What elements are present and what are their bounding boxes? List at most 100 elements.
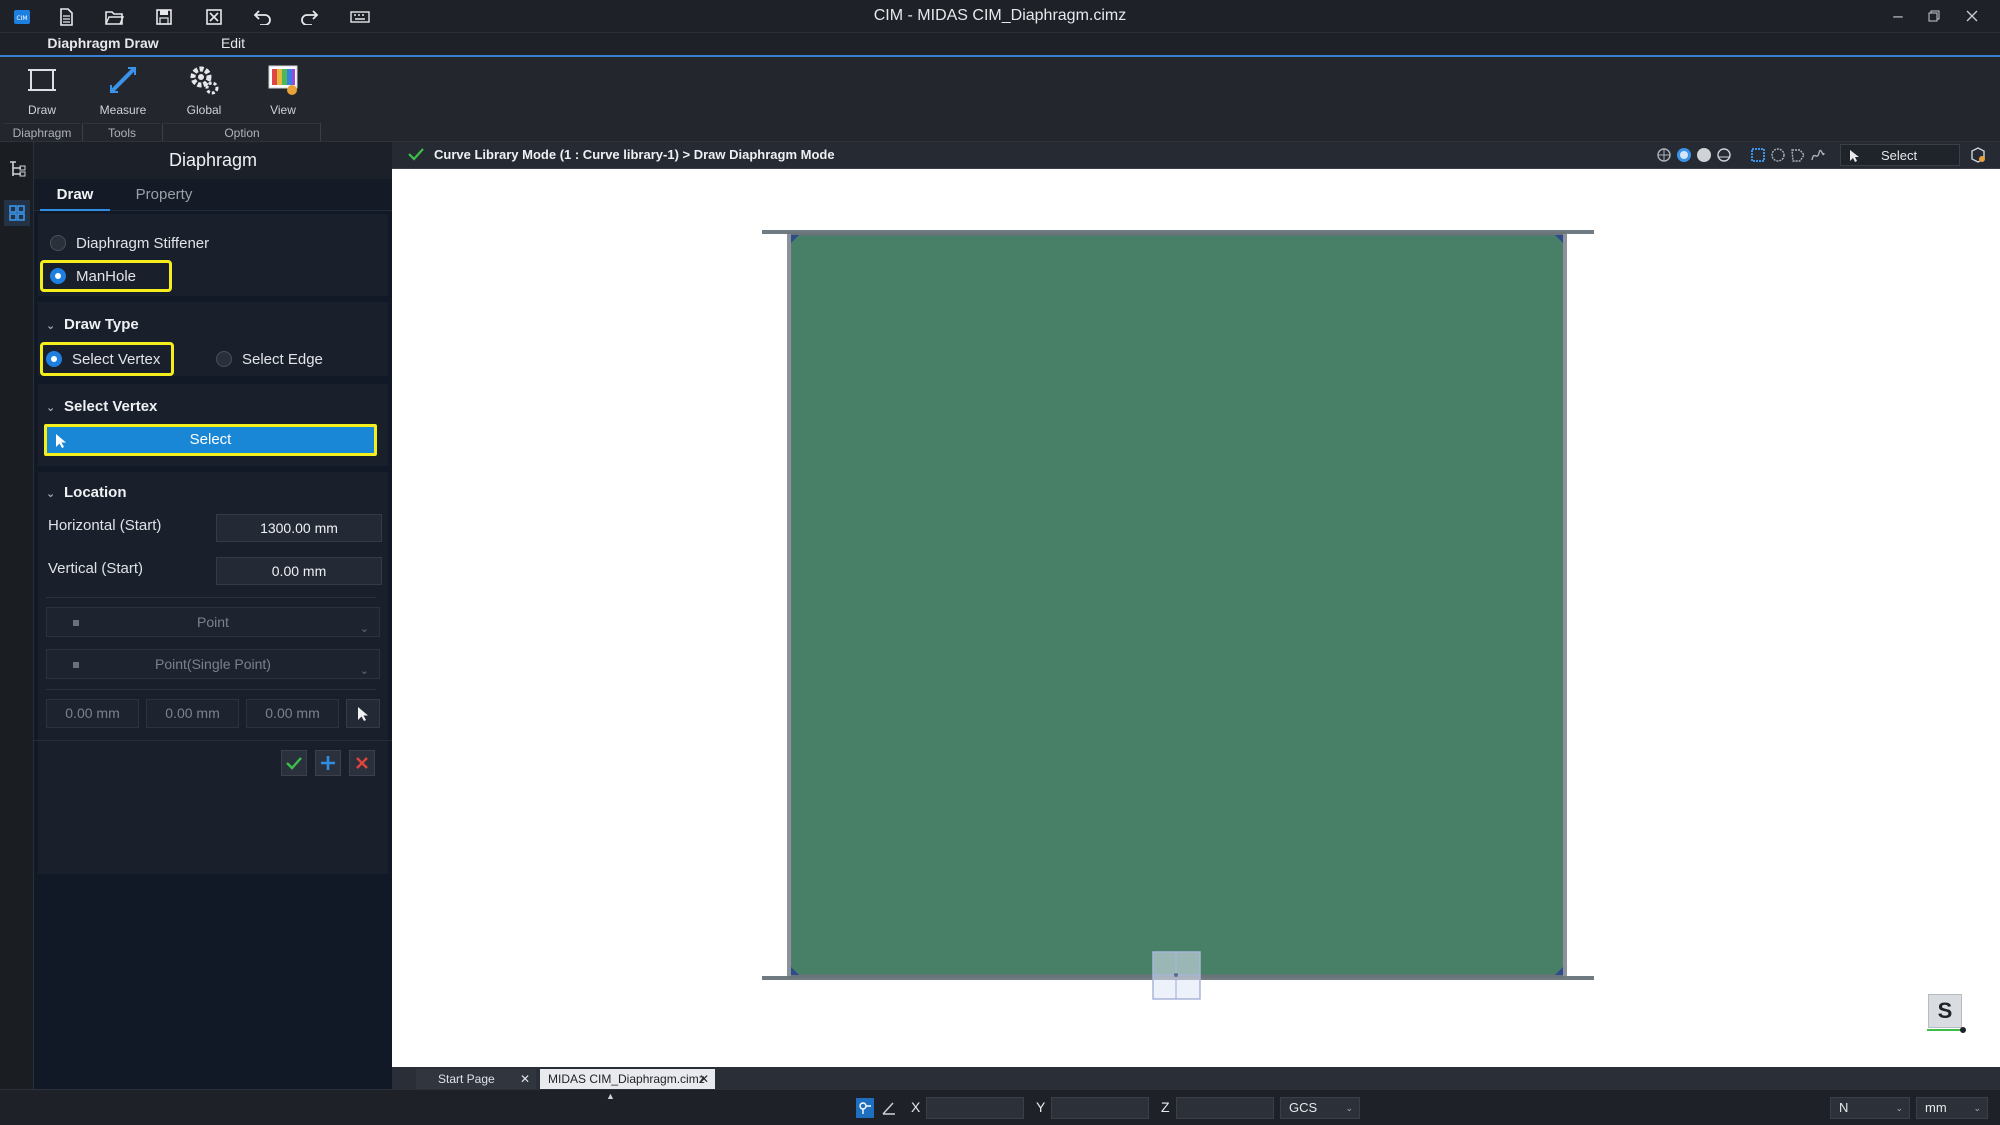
draw-button-label: Draw — [27, 103, 56, 117]
tab-property[interactable]: Property — [118, 179, 210, 211]
point-type-dropdown[interactable]: Point ⌄ — [46, 607, 380, 637]
ribbon-separator — [82, 123, 83, 141]
freehand-select-icon[interactable] — [1808, 145, 1828, 165]
new-file-icon[interactable] — [52, 4, 80, 30]
view-cube-settings-icon[interactable] — [1968, 145, 1988, 165]
coord-y-input[interactable]: 0.00 mm — [146, 699, 239, 728]
chevron-down-icon: ⌄ — [1895, 1103, 1903, 1113]
chevron-down-icon: ⌄ — [1973, 1103, 1981, 1113]
global-button[interactable]: Global — [171, 63, 237, 121]
angle-snap-icon[interactable] — [880, 1098, 898, 1118]
coord-system-dropdown[interactable]: GCS ⌄ — [1280, 1097, 1360, 1119]
box-select-icon[interactable] — [1748, 145, 1768, 165]
app-logo-icon[interactable]: CIM — [8, 4, 36, 30]
keyboard-icon[interactable] — [346, 4, 374, 30]
coord-z-input[interactable]: 0.00 mm — [246, 699, 339, 728]
tree-view-icon[interactable] — [4, 156, 30, 182]
radio-diaphragm-stiffener[interactable]: Diaphragm Stiffener — [50, 230, 209, 256]
tab-diaphragm-draw[interactable]: Diaphragm Draw — [28, 35, 178, 59]
snap-toggle-icon[interactable] — [856, 1098, 874, 1118]
diaphragm-plate[interactable] — [788, 232, 1566, 978]
apply-button[interactable] — [281, 750, 307, 776]
close-file-icon[interactable] — [200, 4, 228, 30]
radio-select-edge[interactable]: Select Edge — [216, 346, 323, 372]
draw-button[interactable]: Draw — [9, 63, 75, 121]
global-button-label: Global — [186, 103, 222, 117]
open-folder-icon[interactable] — [100, 4, 128, 30]
ribbon-separator — [320, 123, 321, 141]
hidden-line-icon[interactable] — [1714, 145, 1734, 165]
close-icon — [1966, 10, 1978, 22]
snap-status-badge[interactable]: S — [1927, 994, 1966, 1033]
cancel-button[interactable] — [349, 750, 375, 776]
location-header[interactable]: ⌄ Location — [46, 484, 127, 504]
save-icon[interactable] — [150, 4, 178, 30]
circle-select-icon[interactable] — [1768, 145, 1788, 165]
minimize-button[interactable]: – — [1880, 2, 1916, 30]
close-icon — [356, 757, 368, 769]
chevron-down-icon: ⌄ — [46, 320, 56, 332]
select-vertex-header[interactable]: ⌄ Select Vertex — [46, 398, 157, 418]
radio-dot-selected — [50, 268, 66, 284]
panel-tab-bar: Draw Property — [34, 179, 392, 211]
document-tab-bar: Start Page ✕ MIDAS CIM_Diaphragm.cimz ✕ — [392, 1067, 2000, 1089]
length-unit-dropdown[interactable]: mm ⌄ — [1916, 1097, 1988, 1119]
z-coord-input[interactable] — [1176, 1097, 1274, 1119]
radio-dot — [216, 351, 232, 367]
shaded-icon[interactable] — [1694, 145, 1714, 165]
close-window-button[interactable] — [1954, 2, 1990, 30]
measure-button-label: Measure — [99, 103, 147, 117]
model-viewport[interactable]: S — [392, 169, 2000, 1067]
radio-label: Select Vertex — [72, 350, 161, 368]
tab-edit[interactable]: Edit — [210, 35, 256, 55]
restore-icon — [1928, 10, 1940, 22]
add-button[interactable] — [315, 750, 341, 776]
y-coord-input[interactable] — [1051, 1097, 1149, 1119]
gear-icon — [187, 63, 221, 97]
cursor-arrow-icon — [358, 706, 368, 721]
select-vertex-button[interactable]: Select — [44, 424, 377, 456]
horizontal-start-input[interactable]: 1300.00 mm — [216, 514, 382, 542]
radio-dot — [50, 235, 66, 251]
vertical-start-input[interactable]: 0.00 mm — [216, 557, 382, 585]
panel-title: Diaphragm — [34, 142, 392, 179]
undo-icon[interactable] — [248, 4, 276, 30]
cursor-arrow-icon — [55, 433, 67, 449]
manhole-preview[interactable] — [1152, 951, 1201, 1000]
chevron-down-icon: ⌄ — [46, 402, 56, 414]
restore-button[interactable] — [1916, 2, 1952, 30]
radio-manhole[interactable]: ManHole — [50, 263, 136, 289]
polygon-select-icon[interactable] — [1788, 145, 1808, 165]
draw-type-header[interactable]: ⌄ Draw Type — [46, 316, 139, 336]
force-unit-dropdown[interactable]: N ⌄ — [1830, 1097, 1910, 1119]
tab-draw[interactable]: Draw — [40, 179, 110, 211]
length-unit-value: mm — [1925, 1100, 1947, 1115]
pick-point-button[interactable] — [346, 699, 380, 728]
measure-button[interactable]: Measure — [90, 63, 156, 121]
close-tab-icon[interactable]: ✕ — [520, 1069, 530, 1089]
bullet-icon — [73, 662, 79, 668]
doc-tab-label: Start Page — [438, 1072, 495, 1086]
redo-icon[interactable] — [296, 4, 324, 30]
shaded-edges-icon[interactable] — [1674, 145, 1694, 165]
doc-tab-cimz[interactable]: MIDAS CIM_Diaphragm.cimz ✕ — [540, 1069, 715, 1089]
select-mode-dropdown[interactable]: Select — [1840, 144, 1960, 166]
x-label: X — [911, 1099, 921, 1115]
divider — [34, 740, 392, 741]
coord-x-input[interactable]: 0.00 mm — [46, 699, 139, 728]
radio-select-vertex[interactable]: Select Vertex — [46, 346, 160, 372]
wireframe-icon[interactable] — [1654, 145, 1674, 165]
left-icon-strip — [0, 142, 34, 1090]
grid-panel-icon[interactable] — [4, 200, 30, 226]
expand-up-icon[interactable]: ▲ — [606, 1091, 615, 1101]
x-coord-input[interactable] — [926, 1097, 1024, 1119]
point-mode-dropdown[interactable]: Point(Single Point) ⌄ — [46, 649, 380, 679]
viewport-header: Curve Library Mode (1 : Curve library-1)… — [392, 142, 2000, 169]
ribbon: Draw Measure Global View Diaphragm Tools… — [0, 57, 2000, 142]
doc-tab-start-page[interactable]: Start Page ✕ — [416, 1069, 536, 1089]
horizontal-start-label: Horizontal (Start) — [48, 517, 162, 534]
view-button[interactable]: View — [250, 63, 316, 121]
close-tab-icon[interactable]: ✕ — [699, 1069, 709, 1089]
status-bar: ▲ X Y Z GCS ⌄ N ⌄ mm ⌄ — [0, 1089, 2000, 1125]
right-web — [1563, 234, 1567, 976]
